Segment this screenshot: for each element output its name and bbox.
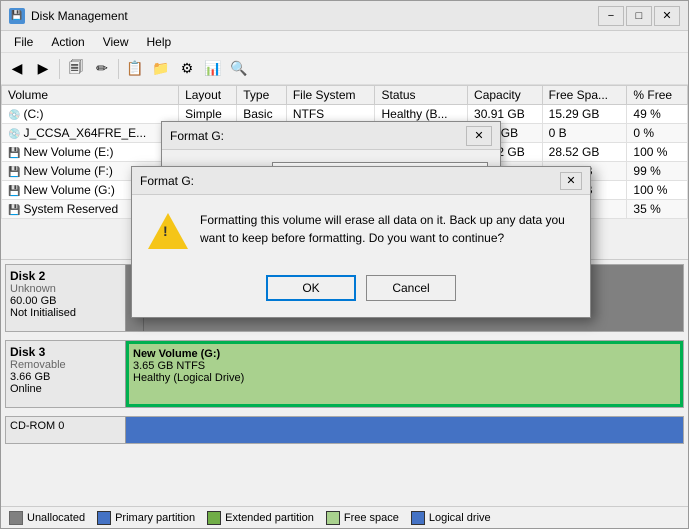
format-dialog-bg-close[interactable]: ✕ — [466, 126, 492, 146]
cell-free: 15.29 GB — [542, 105, 627, 124]
legend-freespace-label: Free space — [344, 512, 399, 524]
menu-file[interactable]: File — [5, 32, 42, 52]
legend-extended-box — [207, 511, 221, 525]
disk2-label: Disk 2 Unknown 60.00 GB Not Initialised — [6, 265, 126, 331]
cell-free: 0 B — [542, 124, 627, 143]
toolbar-sep2 — [118, 59, 119, 79]
toolbar-edit[interactable]: ✏ — [90, 57, 114, 81]
window-title: Disk Management — [31, 9, 598, 23]
main-window: 💾 Disk Management − □ ✕ File Action View… — [0, 0, 689, 529]
cdrom-label: CD-ROM 0 — [6, 417, 126, 443]
toolbar-back[interactable]: ◀ — [5, 57, 29, 81]
legend-unallocated-label: Unallocated — [27, 512, 85, 524]
confirm-buttons: OK Cancel — [132, 267, 590, 317]
legend-freespace: Free space — [326, 511, 399, 525]
toolbar-new[interactable]: 📋 — [123, 57, 147, 81]
disk3-partitions: New Volume (G:) 3.65 GB NTFS Healthy (Lo… — [126, 341, 683, 407]
cell-pct: 49 % — [627, 105, 688, 124]
format-dialog-bg-titlebar: Format G: ✕ — [162, 122, 500, 150]
toolbar-forward[interactable]: ▶ — [31, 57, 55, 81]
ok-button[interactable]: OK — [266, 275, 356, 301]
toolbar-settings[interactable]: ⚙ — [175, 57, 199, 81]
confirm-message: Formatting this volume will erase all da… — [200, 211, 574, 247]
col-capacity[interactable]: Capacity — [468, 86, 543, 105]
legend-logical-box — [411, 511, 425, 525]
menu-bar: File Action View Help — [1, 31, 688, 53]
cell-volume: 💿(C:) — [2, 105, 179, 124]
cell-pct: 100 % — [627, 143, 688, 162]
col-volume[interactable]: Volume — [2, 86, 179, 105]
cdrom-row: CD-ROM 0 — [5, 416, 684, 444]
confirm-close-button[interactable]: ✕ — [560, 172, 582, 190]
toolbar-chart[interactable]: 📊 — [201, 57, 225, 81]
confirm-dialog: Format G: ✕ .warning-triangle::after { c… — [131, 166, 591, 318]
legend-primary-box — [97, 511, 111, 525]
app-icon: 💾 — [9, 8, 25, 24]
menu-help[interactable]: Help — [138, 32, 181, 52]
toolbar: ◀ ▶ 🗐 ✏ 📋 📁 ⚙ 📊 🔍 — [1, 53, 688, 85]
maximize-button[interactable]: □ — [626, 6, 652, 26]
col-status[interactable]: Status — [375, 86, 468, 105]
legend-unallocated-box — [9, 511, 23, 525]
toolbar-properties[interactable]: 🗐 — [64, 57, 88, 81]
cancel-button[interactable]: Cancel — [366, 275, 456, 301]
col-percentfree[interactable]: % Free — [627, 86, 688, 105]
legend-freespace-box — [326, 511, 340, 525]
legend-primary-label: Primary partition — [115, 512, 195, 524]
legend-logical: Logical drive — [411, 511, 491, 525]
toolbar-folder[interactable]: 📁 — [149, 57, 173, 81]
col-layout[interactable]: Layout — [179, 86, 237, 105]
toolbar-search[interactable]: 🔍 — [227, 57, 251, 81]
close-button[interactable]: ✕ — [654, 6, 680, 26]
cell-pct: 35 % — [627, 200, 688, 219]
legend-extended-label: Extended partition — [225, 512, 314, 524]
col-type[interactable]: Type — [237, 86, 287, 105]
warning-triangle: .warning-triangle::after { content: '!';… — [148, 213, 188, 249]
menu-view[interactable]: View — [94, 32, 138, 52]
legend-primary: Primary partition — [97, 511, 195, 525]
confirm-title: Format G: — [140, 174, 560, 188]
cell-volume: 💾New Volume (E:) — [2, 143, 179, 162]
title-bar: 💾 Disk Management − □ ✕ — [1, 1, 688, 31]
disk3-logical-partition[interactable]: New Volume (G:) 3.65 GB NTFS Healthy (Lo… — [126, 341, 683, 407]
legend: Unallocated Primary partition Extended p… — [1, 506, 688, 528]
confirm-title-bar: Format G: ✕ — [132, 167, 590, 195]
disk3-label: Disk 3 Removable 3.66 GB Online — [6, 341, 126, 407]
menu-action[interactable]: Action — [42, 32, 93, 52]
window-controls: − □ ✕ — [598, 6, 680, 26]
disk3-row: Disk 3 Removable 3.66 GB Online New Volu… — [5, 340, 684, 408]
cell-pct: 99 % — [627, 162, 688, 181]
cell-pct: 100 % — [627, 181, 688, 200]
legend-unallocated: Unallocated — [9, 511, 85, 525]
legend-logical-label: Logical drive — [429, 512, 491, 524]
warning-icon: .warning-triangle::after { content: '!';… — [148, 211, 188, 251]
legend-extended: Extended partition — [207, 511, 314, 525]
cell-pct: 0 % — [627, 124, 688, 143]
cell-free: 28.52 GB — [542, 143, 627, 162]
format-dialog-bg-title: Format G: — [170, 129, 224, 143]
col-freespace[interactable]: Free Spa... — [542, 86, 627, 105]
col-filesystem[interactable]: File System — [286, 86, 375, 105]
cdrom-partitions — [126, 417, 683, 443]
confirm-body: .warning-triangle::after { content: '!';… — [132, 195, 590, 267]
toolbar-sep1 — [59, 59, 60, 79]
minimize-button[interactable]: − — [598, 6, 624, 26]
cell-volume: 💿J_CCSA_X64FRE_E... — [2, 124, 179, 143]
cdrom-partition[interactable] — [126, 417, 683, 443]
